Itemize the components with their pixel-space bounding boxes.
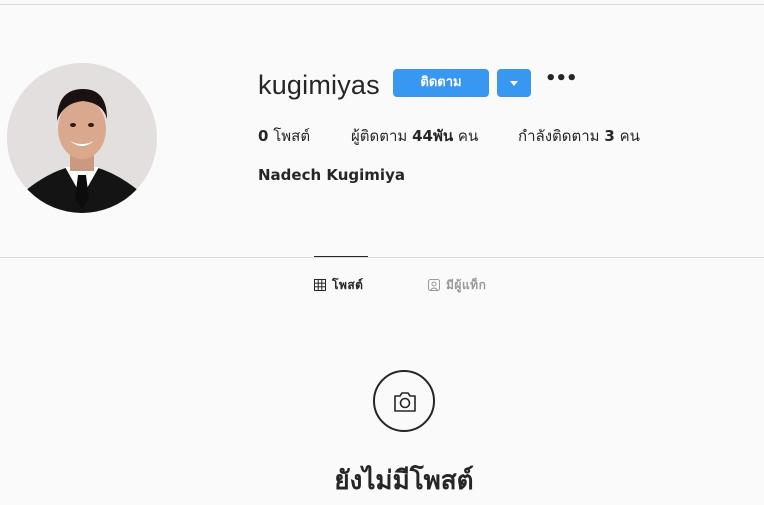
following-stat[interactable]: กำลังติดตาม 3 คน bbox=[518, 124, 640, 148]
avatar-photo bbox=[7, 63, 157, 213]
camera-icon-circle bbox=[373, 370, 435, 432]
posts-label: โพสต์ bbox=[273, 127, 311, 145]
profile-page: kugimiyas ติดตาม ••• 0 โพสต์ ผู้ติดตาม 4… bbox=[0, 0, 764, 505]
posts-count: 0 bbox=[258, 127, 269, 145]
tab-tagged-label: มีผู้แท็ก bbox=[446, 278, 487, 292]
following-unit: คน bbox=[619, 127, 640, 145]
followers-stat[interactable]: ผู้ติดตาม 44พัน คน bbox=[351, 124, 478, 148]
camera-icon bbox=[394, 392, 416, 412]
avatar[interactable] bbox=[7, 63, 157, 213]
tab-tagged[interactable]: มีผู้แท็ก bbox=[428, 276, 486, 295]
header-divider bbox=[0, 4, 764, 5]
following-label: กำลังติดตาม bbox=[518, 127, 600, 145]
followers-unit: คน bbox=[457, 127, 479, 145]
tabs-divider bbox=[0, 257, 764, 258]
following-count: 3 bbox=[604, 127, 615, 145]
posts-stat: 0 โพสต์ bbox=[258, 124, 310, 148]
more-options-button[interactable]: ••• bbox=[545, 70, 578, 92]
followers-count: 44พัน bbox=[412, 127, 454, 145]
username: kugimiyas bbox=[258, 70, 380, 100]
followers-label: ผู้ติดตาม bbox=[351, 127, 408, 145]
ellipsis-icon: ••• bbox=[545, 68, 578, 89]
active-tab-indicator bbox=[314, 256, 368, 257]
tab-posts[interactable]: โพสต์ bbox=[314, 276, 363, 295]
empty-state-title: ยังไม่มีโพสต์ bbox=[334, 466, 474, 496]
caret-down-icon bbox=[510, 81, 518, 86]
follow-button[interactable]: ติดตาม bbox=[393, 69, 489, 97]
full-name: Nadech Kugimiya bbox=[258, 166, 405, 184]
suggested-dropdown-button[interactable] bbox=[497, 69, 531, 97]
tab-posts-label: โพสต์ bbox=[332, 278, 364, 292]
tagged-icon bbox=[428, 279, 440, 294]
grid-icon bbox=[314, 279, 326, 294]
